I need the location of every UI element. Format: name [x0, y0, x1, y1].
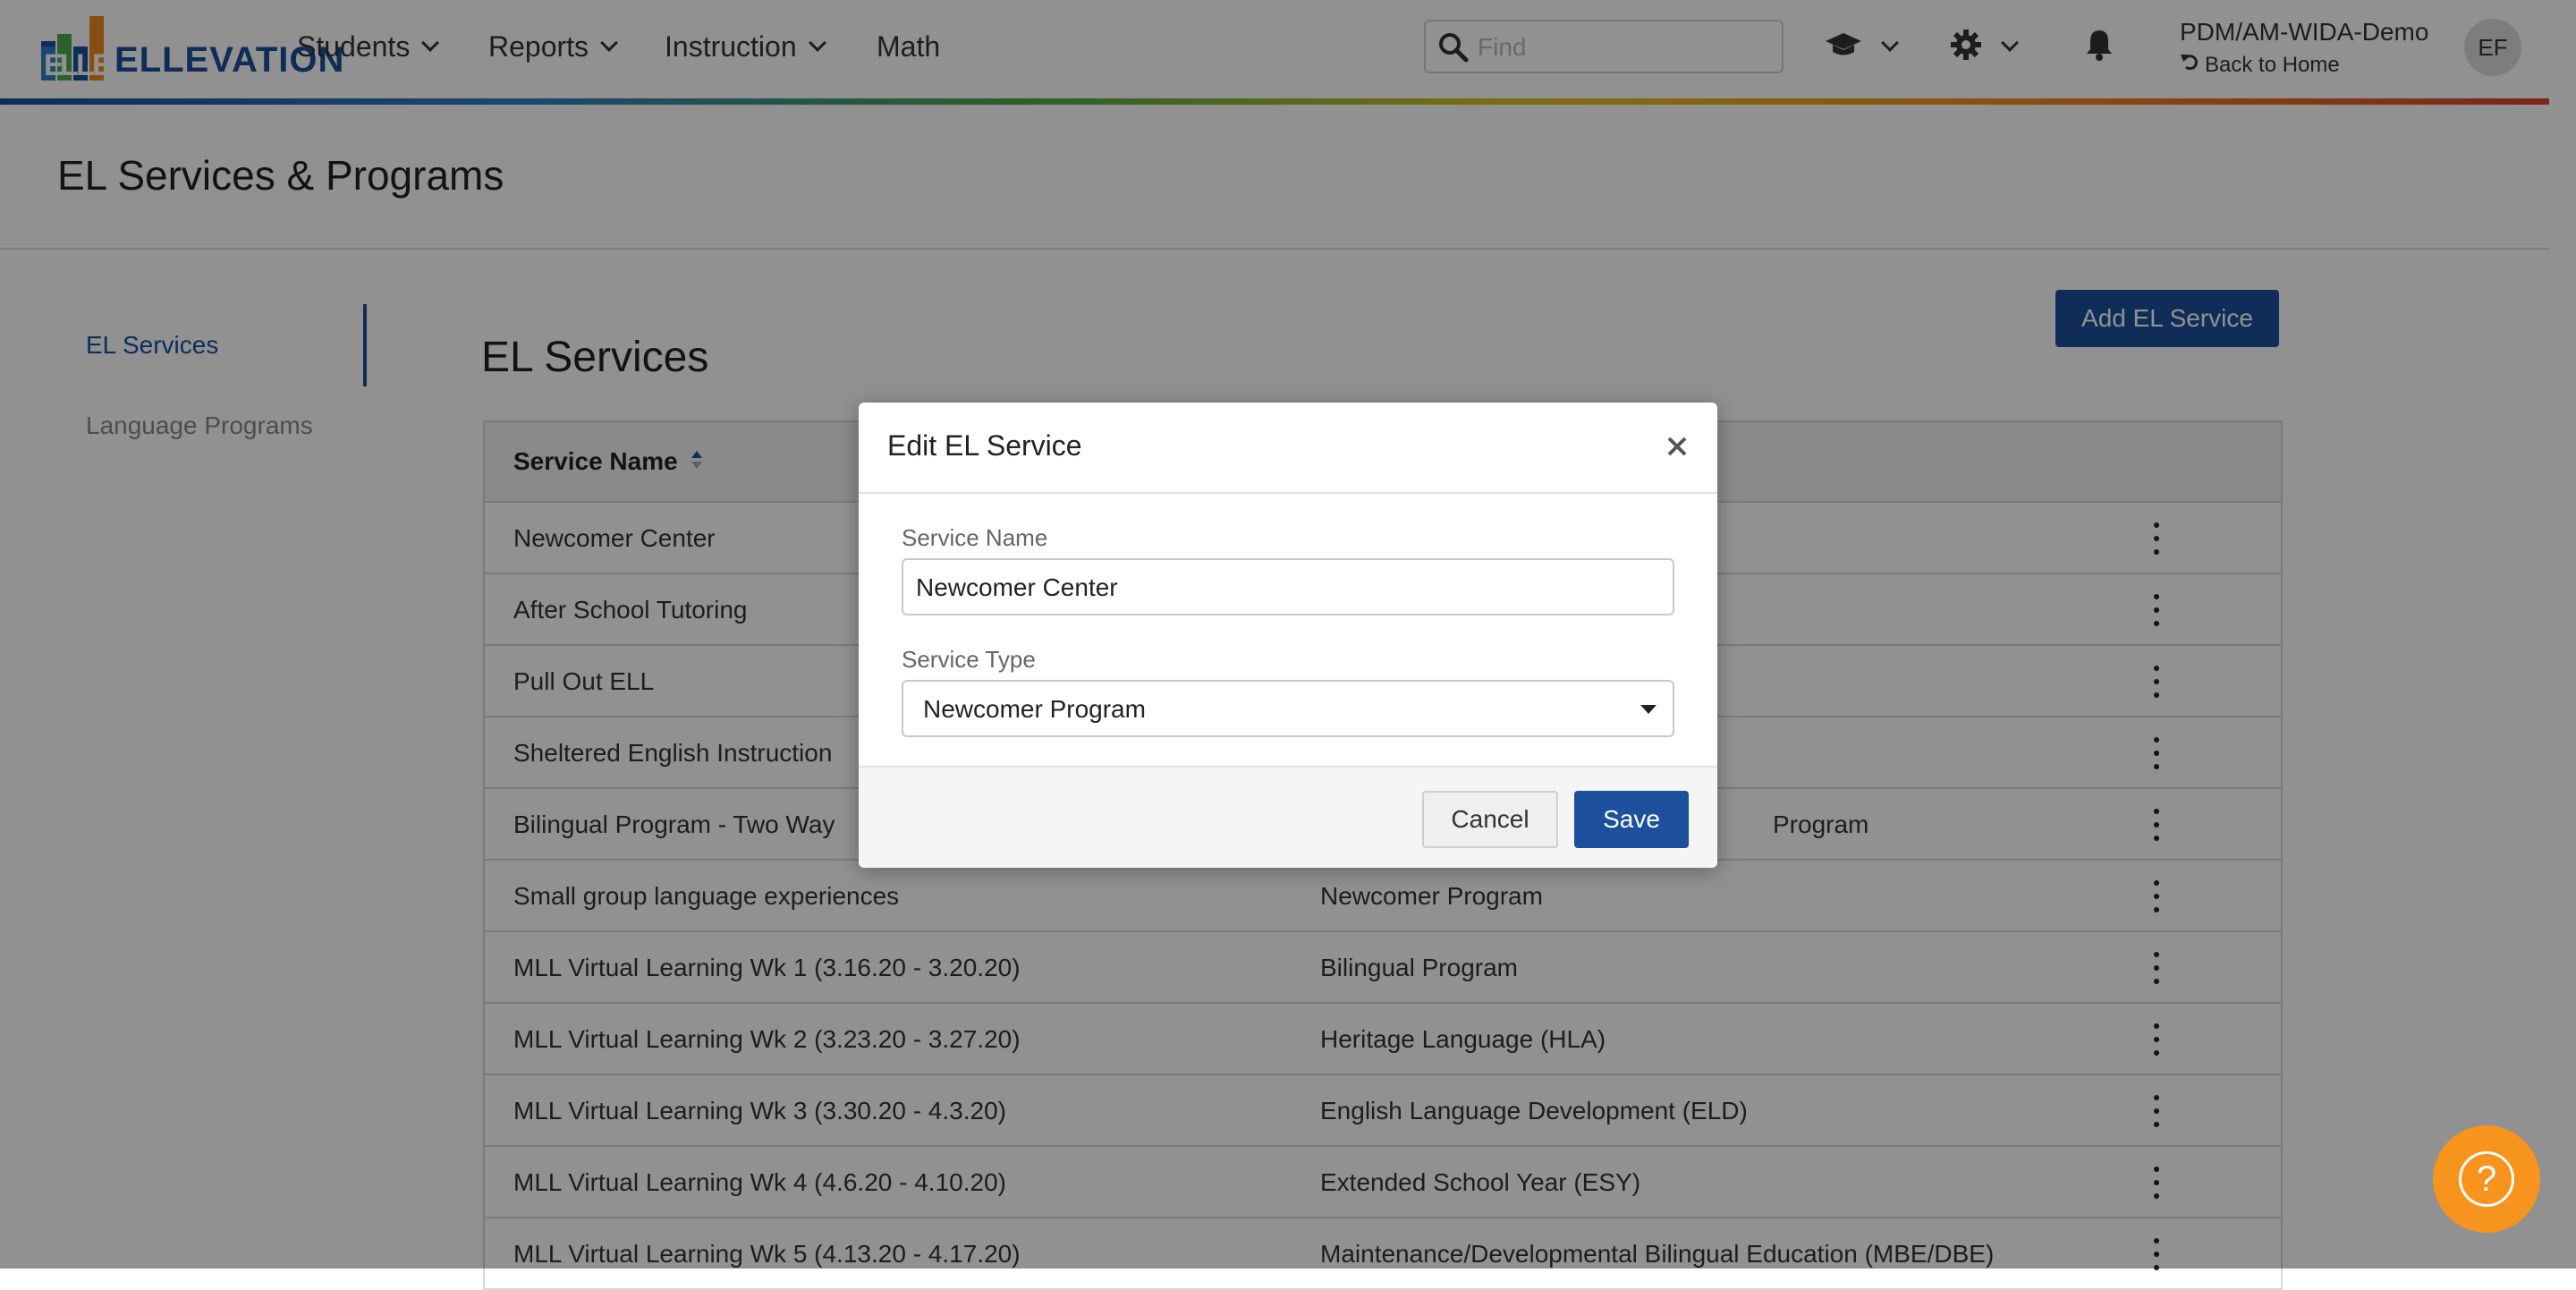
service-name-label: Service Name [902, 524, 1048, 551]
dialog-title: Edit EL Service [887, 429, 1082, 462]
help-icon: ? [2459, 1151, 2514, 1207]
service-name-value: Newcomer Center [916, 573, 1118, 601]
close-icon[interactable] [1664, 433, 1690, 460]
caret-down-icon [1640, 705, 1657, 714]
dialog-header: Edit EL Service [859, 403, 1717, 494]
edit-el-service-dialog: Edit EL Service Service Name Newcomer Ce… [859, 403, 1717, 868]
service-type-select[interactable]: Newcomer Program [902, 680, 1674, 737]
service-name-field[interactable]: Newcomer Center [902, 558, 1674, 615]
cancel-button[interactable]: Cancel [1422, 791, 1558, 848]
service-type-label: Service Type [902, 646, 1036, 673]
save-button[interactable]: Save [1574, 791, 1689, 848]
help-button[interactable]: ? [2433, 1125, 2540, 1233]
service-type-value: Newcomer Program [923, 695, 1146, 723]
dialog-footer: Cancel Save [859, 766, 1717, 868]
